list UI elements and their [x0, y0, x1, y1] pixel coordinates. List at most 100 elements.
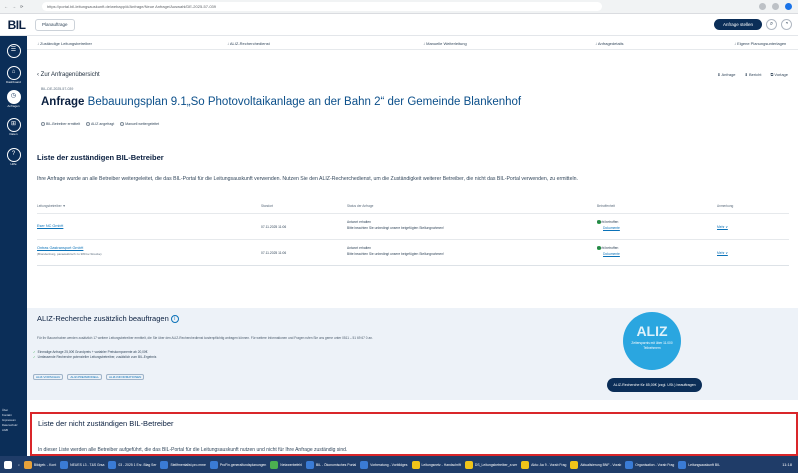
app-icon — [360, 460, 369, 469]
app-icon — [108, 460, 117, 469]
taskbar-app-label: ProFin.generalfundsplanungen — [219, 462, 267, 467]
info-icon[interactable]: i — [170, 315, 179, 323]
column-header-operator[interactable]: Leitungsbetreiber ▼ — [37, 204, 66, 208]
more-button[interactable]: Mehr ∨ — [717, 225, 728, 229]
taskbar-app[interactable]: Aktu: Aa 9 - Vorab Frag — [521, 460, 566, 469]
side-item-hilfe[interactable]: ? Hilfe — [0, 148, 27, 166]
responsible-section-title: Liste der zuständigen BIL-Betreiber — [37, 153, 164, 162]
home-icon: ⌂ — [6, 66, 21, 80]
aliz-info-link[interactable]: ALIZ-INFORMATIONEN — [106, 374, 145, 380]
browser-nav: ← → ⟳ — [0, 4, 42, 9]
table-row: Eser NC GmbH 07.11.2025 11:06 Antwort er… — [37, 213, 789, 239]
operator-link[interactable]: Eser NC GmbH — [37, 224, 63, 228]
legend-label: Manuell weitergeleitet — [125, 122, 160, 126]
taskbar-app-label: 03 - 2025 1 Erz. Blag Ser — [118, 462, 157, 467]
jump-link-details[interactable]: ↓ Anfragedetails — [595, 41, 623, 46]
taskbar-app-label: NEUES L3 - T&S Grsa — [70, 462, 105, 467]
download-request-button[interactable]: ⬇ Anfrage — [717, 72, 735, 77]
app-icon — [411, 460, 420, 469]
taskbar-app[interactable]: Organisation - Vorab Frag — [625, 460, 674, 469]
affected-label: Nicht betroffen — [597, 220, 619, 224]
profile-icon[interactable] — [785, 3, 792, 10]
jump-link-own-documents[interactable]: ↓ Eigene Planungsunterlagen — [734, 41, 786, 46]
side-item-dashboard[interactable]: ⌂ Dashboard — [0, 66, 27, 84]
documents-link[interactable]: Dokumente — [603, 252, 620, 256]
table-header: Leitungsbetreiber ▼ Standort Status der … — [37, 204, 789, 212]
benefit-text: Einmalige Anfrage 25,00€ Grundpreis + va… — [37, 350, 148, 354]
taskbar-app-label: Stellfmentalist.pro.mme — [170, 462, 206, 467]
windows-icon — [4, 460, 12, 469]
bil-logo[interactable]: BIL — [0, 18, 33, 32]
column-header-affected: Betroffenheit — [597, 204, 616, 208]
browser-extensions — [759, 3, 798, 10]
taskbar-app[interactable]: 03 - 2025 1 Erz. Blag Ser — [108, 460, 157, 469]
aliz-preview-link[interactable]: ALIZ-VORSCHAU — [33, 374, 64, 380]
title-subject: Bebauungsplan 9.1„So Photovoltaikanlage … — [87, 96, 522, 108]
start-button[interactable] — [4, 460, 14, 469]
app-icon — [209, 460, 218, 469]
back-to-overview-link[interactable]: ‹ Zur Anfragenübersicht — [37, 72, 100, 78]
aliz-benefits: ✓ Einmalige Anfrage 25,00€ Grundpreis + v… — [33, 350, 156, 360]
side-item-daten[interactable]: ⊞ Daten — [0, 118, 27, 136]
order-aliz-button[interactable]: ALIZ-Recherche für 85,00€ (zzgl. USt.) b… — [607, 378, 702, 392]
taskbar-app-label: DS_Leitungsbetreiber_a ser — [474, 462, 518, 467]
user-icon[interactable]: ◔ — [781, 19, 792, 30]
taskbar-app[interactable]: NEUES L3 - T&S Grsa — [60, 460, 105, 469]
taskbar-app[interactable]: Leitungsauskunft BIL — [678, 460, 720, 469]
side-item-label: Daten — [9, 132, 18, 136]
operator-link[interactable]: Ontras Gastransport GmbH — [37, 246, 83, 250]
forward-arrow-icon[interactable]: → — [12, 4, 16, 9]
documents-link[interactable]: Dokumente — [603, 226, 620, 230]
breadcrumb[interactable]: Planauftrage — [35, 18, 75, 31]
taskbar-app-label: BIL - Ökonomisches Portal — [315, 462, 357, 467]
status-legend: BIL-Betreiber ermittelt ALIZ angefragt M… — [41, 122, 160, 127]
taskbar-app-label: Bildgeb. - Kont — [33, 462, 57, 467]
taskbar-app[interactable]: ProFin.generalfundsplanungen — [209, 460, 267, 469]
side-menu-toggle[interactable]: ☰ — [0, 44, 27, 58]
check-icon: ✓ — [33, 355, 36, 359]
taskbar-app[interactable]: Bildgeb. - Kont — [23, 460, 57, 469]
back-arrow-icon[interactable]: ← — [4, 4, 8, 9]
aliz-badge-text: Zeitersparnis mit über 11.000 Teilnehmer… — [631, 341, 673, 350]
section-jump-links: ↓ Zuständige Leitungsbetreiber ↓ ALIZ-Re… — [27, 37, 798, 50]
app-icon — [464, 460, 473, 469]
app-header: BIL Planauftrage Anfrage stellen ⌕ ◔ — [0, 14, 798, 36]
taskbar-app[interactable]: Stellfmentalist.pro.mme — [160, 460, 206, 469]
taskbar-app[interactable]: Netzwerbefehl — [270, 460, 302, 469]
reload-icon[interactable]: ⟳ — [20, 4, 23, 9]
column-header-status: Status der Anfrage — [347, 204, 374, 208]
extension-icon[interactable] — [759, 3, 766, 10]
jump-link-aliz[interactable]: ↓ ALIZ-Recherchedienst — [227, 41, 270, 46]
help-icon: ? — [6, 148, 21, 162]
circle-icon — [120, 122, 125, 127]
table-row: Ontras Gastransport GmbH (Brandenburg, p… — [37, 239, 789, 265]
taskbar-app-label: Leitungsnetz - Handschrift — [421, 462, 461, 467]
footer-link[interactable]: AGB — [2, 428, 18, 433]
app-icon — [270, 460, 279, 469]
search-icon[interactable]: ⌕ — [766, 19, 777, 30]
more-button[interactable]: Mehr ∨ — [717, 251, 728, 255]
taskbar-app[interactable]: Leitungsnetz - Handschrift — [411, 460, 461, 469]
extension-icon[interactable] — [772, 3, 779, 10]
aliz-links: ALIZ-VORSCHAU ALIZ-PREISMODELL ALIZ-INFO… — [33, 374, 145, 380]
taskbar-clock: 11:18 — [782, 462, 792, 467]
taskbar-app[interactable]: Aktualisierung BNF - Vorab — [570, 460, 621, 469]
aliz-section-title: ALIZ-Recherche zusätzlich beauftragen i — [37, 314, 179, 323]
taskbar-app[interactable]: Vorberatung - Vorbildges — [360, 460, 408, 469]
jump-link-responsible[interactable]: ↓ Zuständige Leitungsbetreiber — [37, 41, 92, 46]
new-request-button[interactable]: Anfrage stellen — [713, 19, 762, 30]
address-bar[interactable]: https://portal.bil-leitungsauskunft.de/w… — [42, 2, 602, 11]
taskbar-app[interactable]: DS_Leitungsbetreiber_a ser — [464, 460, 518, 469]
row-date: 07.11.2025 11:06 — [261, 251, 287, 255]
title-prefix: Anfrage — [41, 96, 85, 108]
app-icon — [160, 460, 169, 469]
aliz-badge: ALIZ Zeitersparnis mit über 11.000 Teiln… — [623, 312, 681, 370]
app-icon — [625, 460, 634, 469]
aliz-pricing-link[interactable]: ALIZ-PREISMODELL — [67, 374, 103, 380]
side-footer-links: Über Kontakt Impressum Datenschutz AGB — [2, 408, 18, 433]
template-button[interactable]: ⧉ Vorlage — [770, 72, 788, 77]
download-report-button[interactable]: ⬇ Bericht — [745, 72, 762, 77]
side-item-anfragen[interactable]: ◷ Anfragen — [0, 90, 27, 108]
jump-link-manual[interactable]: ↓ Manuelle Weiterleitung — [423, 41, 467, 46]
taskbar-app[interactable]: BIL - Ökonomisches Portal — [305, 460, 357, 469]
